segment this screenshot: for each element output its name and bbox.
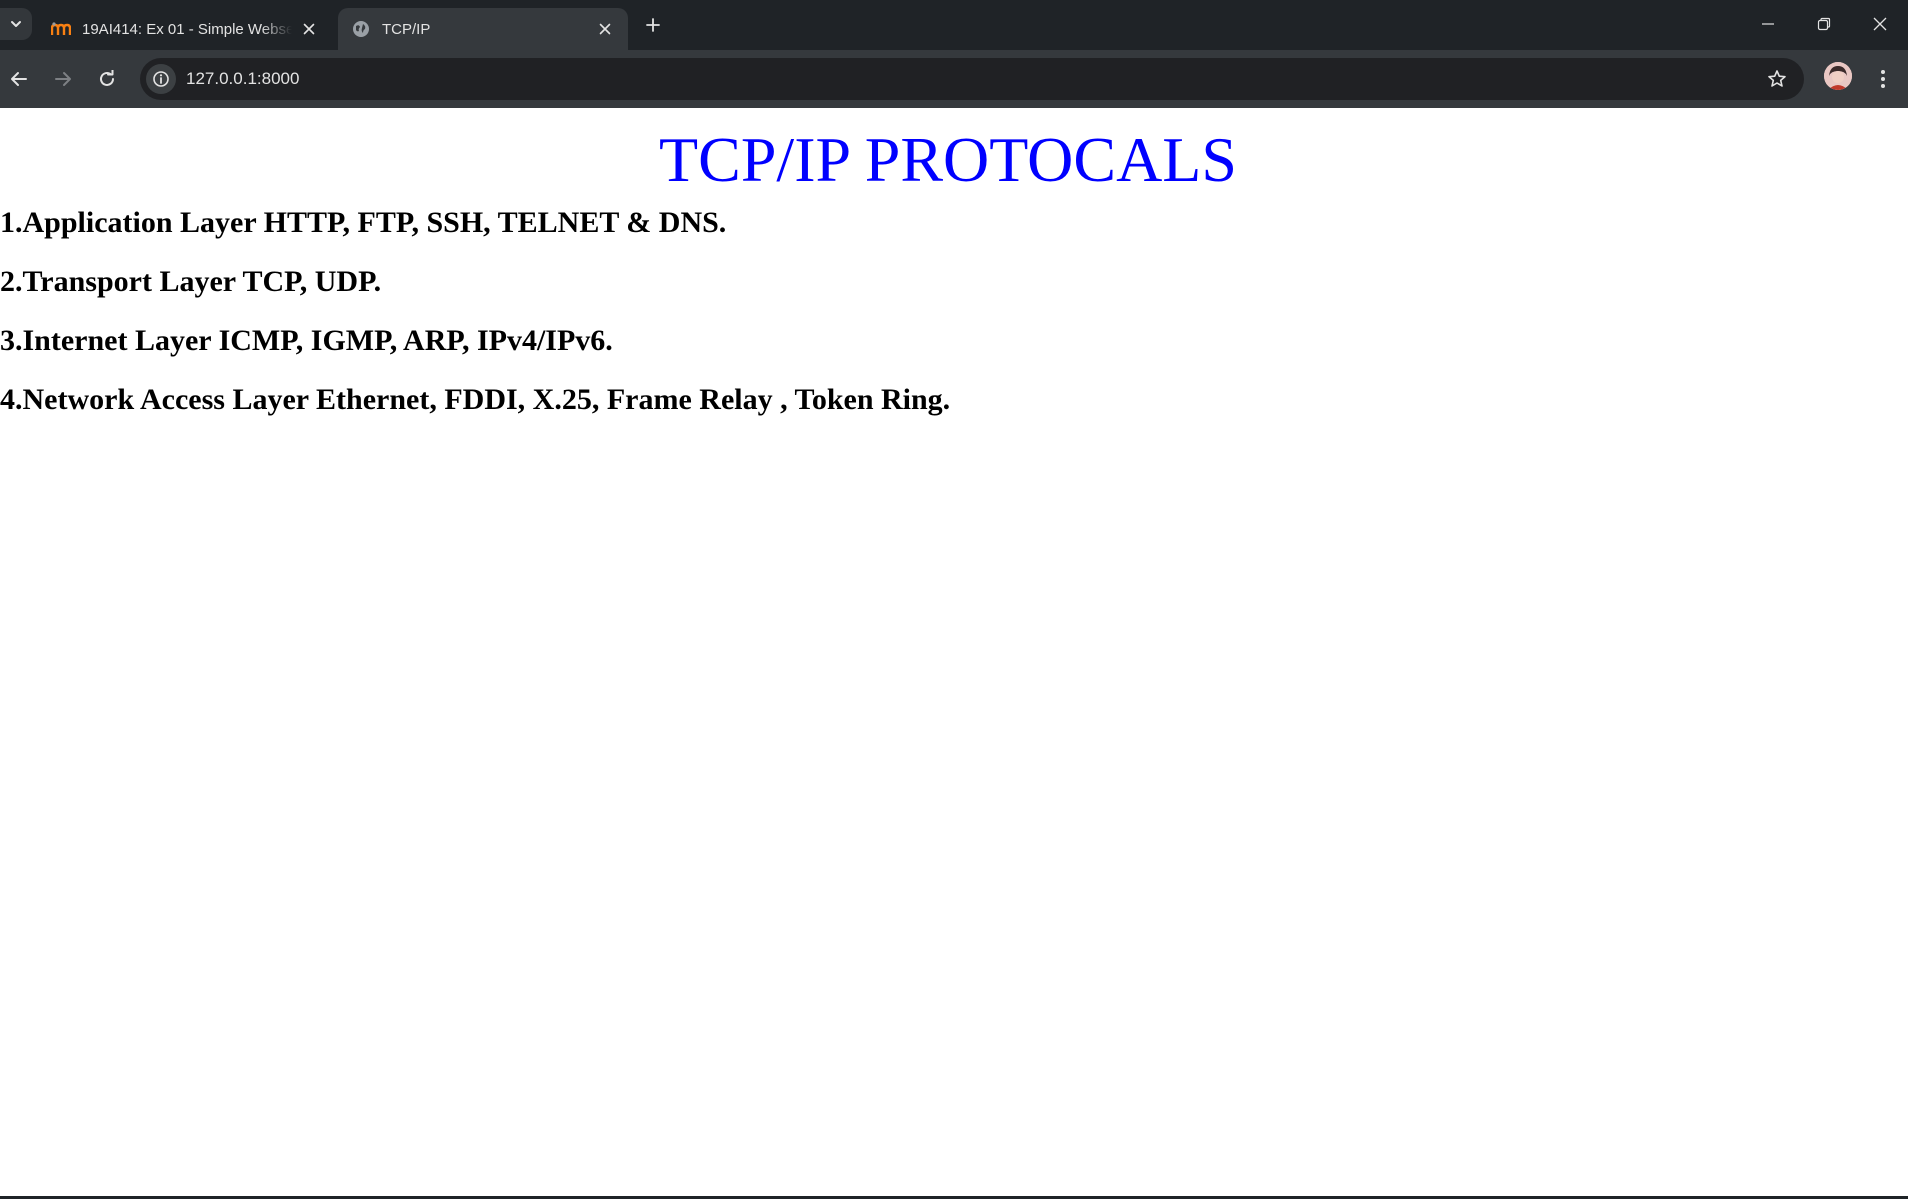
layer-internet: 3.Internet Layer ICMP, IGMP, ARP, IPv4/I… [0, 324, 613, 357]
forward-button[interactable] [44, 60, 82, 98]
tab-close-icon[interactable] [594, 18, 616, 40]
minimize-button[interactable] [1740, 0, 1796, 48]
moodle-icon [50, 18, 72, 40]
restore-button[interactable] [1796, 0, 1852, 48]
back-button[interactable] [0, 60, 38, 98]
reload-button[interactable] [88, 60, 126, 98]
protocol-layer-list: 1.Application Layer HTTP, FTP, SSH, TELN… [0, 208, 950, 444]
layer-network-access: 4.Network Access Layer Ethernet, FDDI, X… [0, 383, 951, 416]
arrow-right-icon [55, 72, 71, 86]
layer-application: 1.Application Layer HTTP, FTP, SSH, TELN… [0, 206, 727, 239]
reload-icon [100, 70, 114, 86]
page-content: TCP/IP PROTOCALS 1.Application Layer HTT… [0, 108, 1908, 1196]
plus-icon [646, 18, 660, 32]
tab-title: TCP/IP [382, 20, 431, 38]
tab-close-icon[interactable] [298, 18, 320, 40]
minimize-icon [1762, 23, 1774, 25]
address-bar[interactable]: 127.0.0.1:8000 [140, 58, 1804, 100]
tab-title: 19AI414: Ex 01 - Simple Webser [82, 20, 292, 38]
close-icon [1873, 17, 1887, 31]
info-icon [153, 71, 169, 87]
more-vert-icon [1881, 70, 1885, 88]
restore-icon [1817, 17, 1831, 31]
tab-tcpip[interactable]: TCP/IP [338, 8, 628, 50]
close-window-button[interactable] [1852, 0, 1908, 48]
globe-icon [350, 18, 372, 40]
tab-strip: 19AI414: Ex 01 - Simple Webser TCP/IP [0, 0, 1908, 50]
browser-window: 19AI414: Ex 01 - Simple Webser TCP/IP 12… [0, 0, 1908, 1199]
profile-avatar[interactable] [1824, 62, 1852, 90]
star-icon [1768, 70, 1786, 87]
url-text[interactable]: 127.0.0.1:8000 [186, 69, 299, 89]
arrow-left-icon [11, 72, 27, 86]
new-tab-button[interactable] [638, 10, 668, 40]
site-info-button[interactable] [146, 64, 176, 94]
chevron-down-icon [11, 21, 21, 27]
tab-search-button[interactable] [0, 8, 32, 40]
bookmark-button[interactable] [1762, 64, 1792, 94]
toolbar: 127.0.0.1:8000 [0, 50, 1908, 108]
page-title: TCP/IP PROTOCALS [659, 124, 1237, 195]
layer-transport: 2.Transport Layer TCP, UDP. [0, 265, 382, 298]
avatar-icon [1824, 62, 1852, 90]
menu-button[interactable] [1864, 60, 1902, 98]
tab-moodle[interactable]: 19AI414: Ex 01 - Simple Webser [40, 8, 330, 50]
